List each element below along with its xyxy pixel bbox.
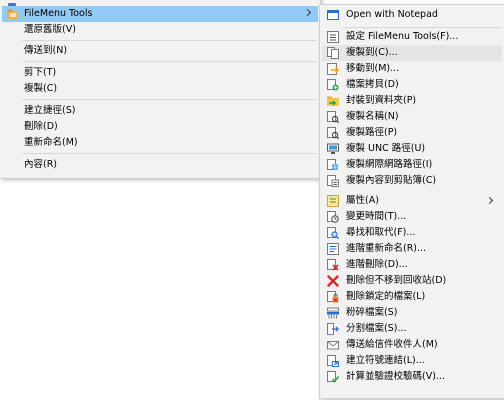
menu-item-rename[interactable]: 重新命名(M) [2,135,318,151]
submenu-item-copy-content-clipboard[interactable]: 複製內容到剪貼簿(C) [322,173,502,189]
menu-item-label: FileMenu Tools [24,8,93,19]
attributes-icon [327,195,339,207]
change-time-icon [327,211,339,223]
duplicate-file-icon [327,79,339,91]
chevron-right-icon [303,8,312,17]
menu-item-filemenu-tools[interactable]: FileMenu Tools [2,6,318,22]
submenu-item-label: 檔案拷貝(D) [346,79,399,90]
submenu-item-label: 移動到(M)... [346,63,400,74]
submenu-item-label: 建立符號連結(L)... [346,355,425,366]
submenu-item-duplicate-file[interactable]: 檔案拷貝(D) [322,77,502,93]
menu-item-restore-previous[interactable]: 還原舊版(V) [2,22,318,38]
split-file-icon [327,323,339,335]
submenu-item-copy-path[interactable]: 複製路徑(P) [322,125,502,141]
submenu-item-change-time[interactable]: 變更時間(T)... [322,209,502,225]
submenu-item-advanced-rename[interactable]: 進階重新命名(R)... [322,241,502,257]
submenu-item-open-with-notepad[interactable]: Open with Notepad [322,7,502,23]
menu-item-label: 複製(C) [24,83,58,94]
menu-separator [344,27,500,28]
copy-unc-path-icon [327,143,339,154]
submenu-item-copy-unc-path[interactable]: 複製 UNC 路徑(U) [322,141,502,157]
menu-item-label: 建立捷徑(S) [24,105,76,116]
submenu-item-label: 複製路徑(P) [346,127,398,138]
submenu-item-delete-locked[interactable]: 刪除鎖定的檔案(L) [322,289,502,305]
submenu-item-label: 計算並驗證校驗碼(V)... [346,371,445,382]
menu-item-label: 剪下(T) [24,67,57,78]
menu-item-create-shortcut[interactable]: 建立捷徑(S) [2,103,318,119]
submenu-item-label: 刪除鎖定的檔案(L) [346,291,426,302]
submenu-item-advanced-delete[interactable]: 進階刪除(D)... [322,257,502,273]
filemenu-tools-icon [7,9,18,19]
menu-item-properties[interactable]: 內容(R) [2,157,318,173]
copy-internet-path-icon [327,159,339,171]
menu-separator [22,153,316,154]
shred-file-icon [327,307,339,319]
menu-item-send-to[interactable]: 傳送到(N) [2,43,318,59]
filemenu-tools-submenu: Open with Notepad 設定 FileMenu Tools(F)..… [319,4,504,399]
copy-path-icon [327,127,339,139]
submenu-item-label: 尋找和取代(F)... [346,227,416,238]
submenu-item-move-to[interactable]: 移動到(M)... [322,61,502,77]
submenu-item-label: 設定 FileMenu Tools(F)... [346,31,459,42]
submenu-item-label: 複製名稱(N) [346,111,399,122]
menu-item-label: 刪除(D) [24,121,58,132]
menu-item-cut[interactable]: 剪下(T) [2,65,318,81]
delete-locked-icon [327,291,339,303]
notepad-window-icon [327,10,339,20]
advanced-delete-icon [327,259,339,271]
submenu-item-pack-to-folder[interactable]: 封裝到資料夾(P) [322,93,502,109]
submenu-item-label: Open with Notepad [346,9,438,20]
advanced-rename-icon [327,243,339,255]
menu-item-label: 內容(R) [24,159,58,170]
submenu-item-copy-to[interactable]: 複製到(C)... [322,45,502,61]
submenu-item-attributes[interactable]: 屬性(A) [322,193,502,209]
submenu-item-label: 進階刪除(D)... [346,259,408,270]
submenu-item-settings[interactable]: 設定 FileMenu Tools(F)... [322,29,502,45]
submenu-item-label: 屬性(A) [346,195,379,206]
find-replace-icon [327,227,339,239]
submenu-item-create-symlink[interactable]: 建立符號連結(L)... [322,353,502,369]
submenu-item-copy-name[interactable]: 複製名稱(N) [322,109,502,125]
submenu-item-split-file[interactable]: 分割檔案(S)... [322,321,502,337]
submenu-item-send-mail[interactable]: 傳送給信件收件人(M) [322,337,502,353]
submenu-item-label: 複製網際網路路徑(I) [346,159,433,170]
menu-item-delete[interactable]: 刪除(D) [2,119,318,135]
submenu-item-label: 複製內容到剪貼簿(C) [346,175,437,186]
delete-x-icon [327,275,339,287]
submenu-item-label: 粉碎檔案(S) [346,307,398,318]
submenu-item-label: 複製 UNC 路徑(U) [346,143,426,154]
submenu-item-label: 刪除但不移到回收站(D) [346,275,447,286]
submenu-item-label: 變更時間(T)... [346,211,407,222]
pack-folder-icon [327,96,339,106]
copy-content-clipboard-icon [327,175,339,187]
move-to-icon [327,63,339,75]
symlink-icon [327,355,339,367]
menu-item-copy[interactable]: 複製(C) [2,81,318,97]
menu-item-label: 傳送到(N) [24,45,68,56]
mail-recipient-icon [327,341,339,350]
copy-to-icon [327,47,339,59]
menu-separator [22,61,316,62]
submenu-item-shred-file[interactable]: 粉碎檔案(S) [322,305,502,321]
context-menu: 編輯 FileMenu Tools 還原舊版(V) 傳送到(N) 剪下(T) 複… [0,0,321,179]
menu-separator [22,99,316,100]
submenu-item-label: 複製到(C)... [346,47,398,58]
menu-item-label: 重新命名(M) [24,137,78,148]
chevron-right-icon [485,196,494,205]
menu-separator [22,40,316,41]
submenu-item-label: 分割檔案(S)... [346,323,407,334]
submenu-item-checksum[interactable]: 計算並驗證校驗碼(V)... [322,369,502,385]
submenu-item-label: 封裝到資料夾(P) [346,95,417,106]
submenu-item-label: 傳送給信件收件人(M) [346,339,438,350]
submenu-item-find-replace[interactable]: 尋找和取代(F)... [322,225,502,241]
menu-item-label: 編輯 [24,0,43,3]
submenu-item-delete-no-recycle[interactable]: 刪除但不移到回收站(D) [322,273,502,289]
settings-list-icon [327,31,339,43]
copy-name-icon [327,111,339,123]
menu-item-label: 還原舊版(V) [24,24,76,35]
checksum-icon [327,371,339,383]
submenu-item-label: 進階重新命名(R)... [346,243,427,254]
submenu-item-copy-internet-path[interactable]: 複製網際網路路徑(I) [322,157,502,173]
